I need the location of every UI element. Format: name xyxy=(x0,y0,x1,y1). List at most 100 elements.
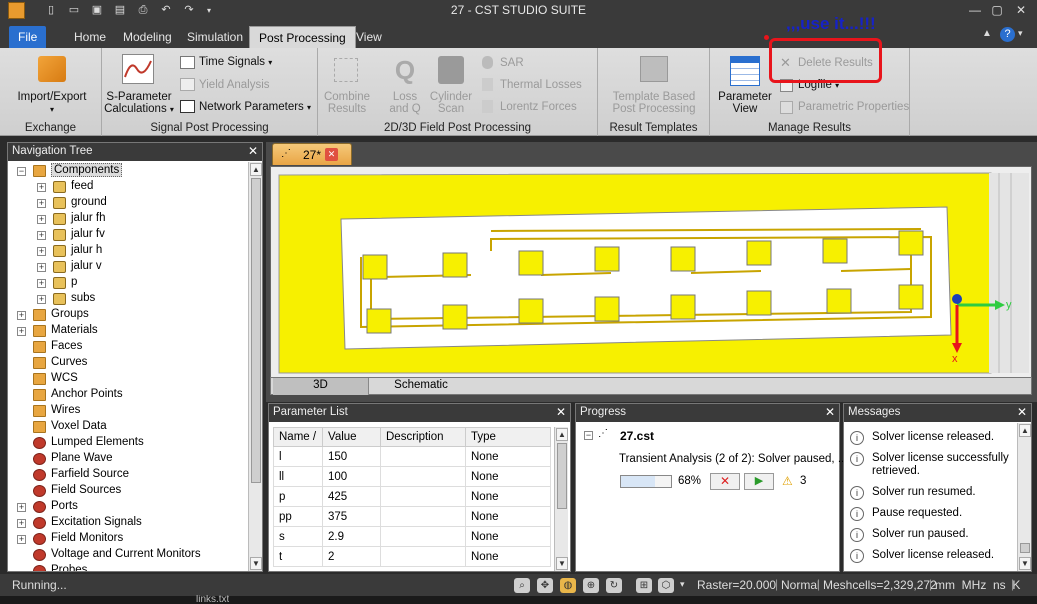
combine-results-button[interactable]: Combine Results xyxy=(322,91,372,115)
tree-item[interactable]: Plane Wave xyxy=(8,451,248,467)
pan-icon[interactable]: ✥ xyxy=(537,578,553,593)
cell-name[interactable]: l xyxy=(273,446,323,467)
table-row[interactable]: ll 100 None xyxy=(273,466,551,487)
cell-name[interactable]: p xyxy=(273,486,323,507)
s-parameter-calculations-button[interactable]: S-Parameter Calculations ▾ xyxy=(104,91,174,116)
cell-description[interactable] xyxy=(380,526,466,547)
close-icon[interactable]: ✕ xyxy=(1012,2,1030,18)
import-export-button[interactable]: Import/Export ▾ xyxy=(8,91,96,116)
cylinder-scan-button[interactable]: Cylinder Scan xyxy=(428,91,474,115)
expand-icon[interactable]: + xyxy=(17,503,26,512)
zoom-icon[interactable]: ⊕ xyxy=(583,578,599,593)
tree-item[interactable]: Anchor Points xyxy=(8,387,248,403)
view-dropdown-icon[interactable]: ▾ xyxy=(680,579,685,590)
tab-home[interactable]: Home xyxy=(65,26,115,48)
expand-icon[interactable]: + xyxy=(37,263,46,272)
cell-name[interactable]: t xyxy=(273,546,323,567)
expand-icon[interactable]: + xyxy=(37,247,46,256)
scroll-thumb[interactable] xyxy=(1020,543,1030,553)
help-icon[interactable]: ? xyxy=(1000,27,1015,42)
scroll-up-icon[interactable]: ▲ xyxy=(556,428,568,441)
cell-type[interactable]: None xyxy=(465,506,551,527)
messages-scrollbar[interactable]: ▲ ▼ xyxy=(1017,423,1031,571)
tab-post-processing[interactable]: Post Processing xyxy=(249,26,356,48)
cell-description[interactable] xyxy=(380,506,466,527)
tree-item[interactable]: + subs xyxy=(8,291,248,307)
cell-value[interactable]: 150 xyxy=(322,446,381,467)
scroll-down-icon[interactable]: ▼ xyxy=(1019,557,1031,570)
tree-item[interactable]: + jalur fh xyxy=(8,211,248,227)
collapse-icon[interactable]: − xyxy=(584,431,593,440)
tab-simulation[interactable]: Simulation xyxy=(178,26,252,48)
cell-type[interactable]: None xyxy=(465,486,551,507)
tab-modeling[interactable]: Modeling xyxy=(114,26,181,48)
maximize-icon[interactable]: ▢ xyxy=(988,2,1006,18)
scroll-thumb[interactable] xyxy=(251,178,261,483)
column-value[interactable]: Value xyxy=(322,427,381,447)
stop-button[interactable]: ✕ xyxy=(710,473,740,490)
tab-3d[interactable]: 3D xyxy=(273,378,369,395)
template-based-post-processing-button[interactable]: Template Based Post Processing xyxy=(602,91,706,115)
cell-value[interactable]: 425 xyxy=(322,486,381,507)
tab-view[interactable]: View xyxy=(347,26,391,48)
tree-scrollbar[interactable]: ▲ ▼ xyxy=(248,162,262,571)
cell-type[interactable]: None xyxy=(465,526,551,547)
expand-icon[interactable]: + xyxy=(37,279,46,288)
yield-analysis-button[interactable]: Yield Analysis xyxy=(199,79,270,91)
tree-item[interactable]: WCS xyxy=(8,371,248,387)
tree-item[interactable]: + p xyxy=(8,275,248,291)
tree-item[interactable]: Voltage and Current Monitors xyxy=(8,547,248,563)
tab-schematic[interactable]: Schematic xyxy=(371,378,471,395)
parametric-properties-button[interactable]: Parametric Properties xyxy=(798,101,909,113)
cell-name[interactable]: s xyxy=(273,526,323,547)
cell-type[interactable]: None xyxy=(465,446,551,467)
cell-value[interactable]: 375 xyxy=(322,506,381,527)
tree-item[interactable]: + Excitation Signals xyxy=(8,515,248,531)
tree-item[interactable]: + jalur v xyxy=(8,259,248,275)
close-icon[interactable]: ✕ xyxy=(825,405,835,419)
spin-icon[interactable]: ↻ xyxy=(606,578,622,593)
expand-icon[interactable]: + xyxy=(37,183,46,192)
tree-item[interactable]: Lumped Elements xyxy=(8,435,248,451)
minimize-icon[interactable]: — xyxy=(966,2,984,18)
scroll-thumb[interactable] xyxy=(557,443,567,509)
tree-item[interactable]: Faces xyxy=(8,339,248,355)
expand-icon[interactable]: + xyxy=(17,535,26,544)
time-signals-button[interactable]: Time Signals ▾ xyxy=(199,56,272,68)
table-row[interactable]: s 2.9 None xyxy=(273,526,551,547)
tree-item[interactable]: + jalur fv xyxy=(8,227,248,243)
collapse-icon[interactable]: − xyxy=(17,167,26,176)
column-type[interactable]: Type xyxy=(465,427,551,447)
network-parameters-button[interactable]: Network Parameters ▾ xyxy=(199,101,311,113)
tree-item[interactable]: + jalur h xyxy=(8,243,248,259)
cell-type[interactable]: None xyxy=(465,546,551,567)
view-cube-icon[interactable]: ⬡ xyxy=(658,578,674,593)
close-tab-icon[interactable]: ✕ xyxy=(325,148,338,161)
cell-description[interactable] xyxy=(380,546,466,567)
column-description[interactable]: Description xyxy=(380,427,466,447)
cell-description[interactable] xyxy=(380,486,466,507)
table-row[interactable]: pp 375 None xyxy=(273,506,551,527)
tree-item[interactable]: + Ports xyxy=(8,499,248,515)
expand-icon[interactable]: + xyxy=(37,199,46,208)
cell-description[interactable] xyxy=(380,466,466,487)
tree-item[interactable]: + ground xyxy=(8,195,248,211)
sar-button[interactable]: SAR xyxy=(500,57,524,69)
tree-item[interactable]: + Materials xyxy=(8,323,248,339)
table-row[interactable]: t 2 None xyxy=(273,546,551,567)
expand-icon[interactable]: + xyxy=(37,295,46,304)
cell-value[interactable]: 100 xyxy=(322,466,381,487)
expand-icon[interactable]: + xyxy=(37,231,46,240)
expand-icon[interactable]: + xyxy=(37,215,46,224)
tab-file[interactable]: File xyxy=(9,26,47,48)
scroll-down-icon[interactable]: ▼ xyxy=(556,557,568,570)
cell-description[interactable] xyxy=(380,446,466,467)
column-name[interactable]: Name / xyxy=(273,427,323,447)
tree-item[interactable]: − Components xyxy=(8,163,248,179)
cell-name[interactable]: pp xyxy=(273,506,323,527)
parameter-view-button[interactable]: Parameter View xyxy=(714,91,776,115)
resume-button[interactable]: ▶ xyxy=(744,473,774,490)
tree-item[interactable]: + feed xyxy=(8,179,248,195)
loss-and-q-button[interactable]: Loss and Q xyxy=(384,91,426,115)
3d-viewport[interactable]: y x xyxy=(270,166,1032,378)
